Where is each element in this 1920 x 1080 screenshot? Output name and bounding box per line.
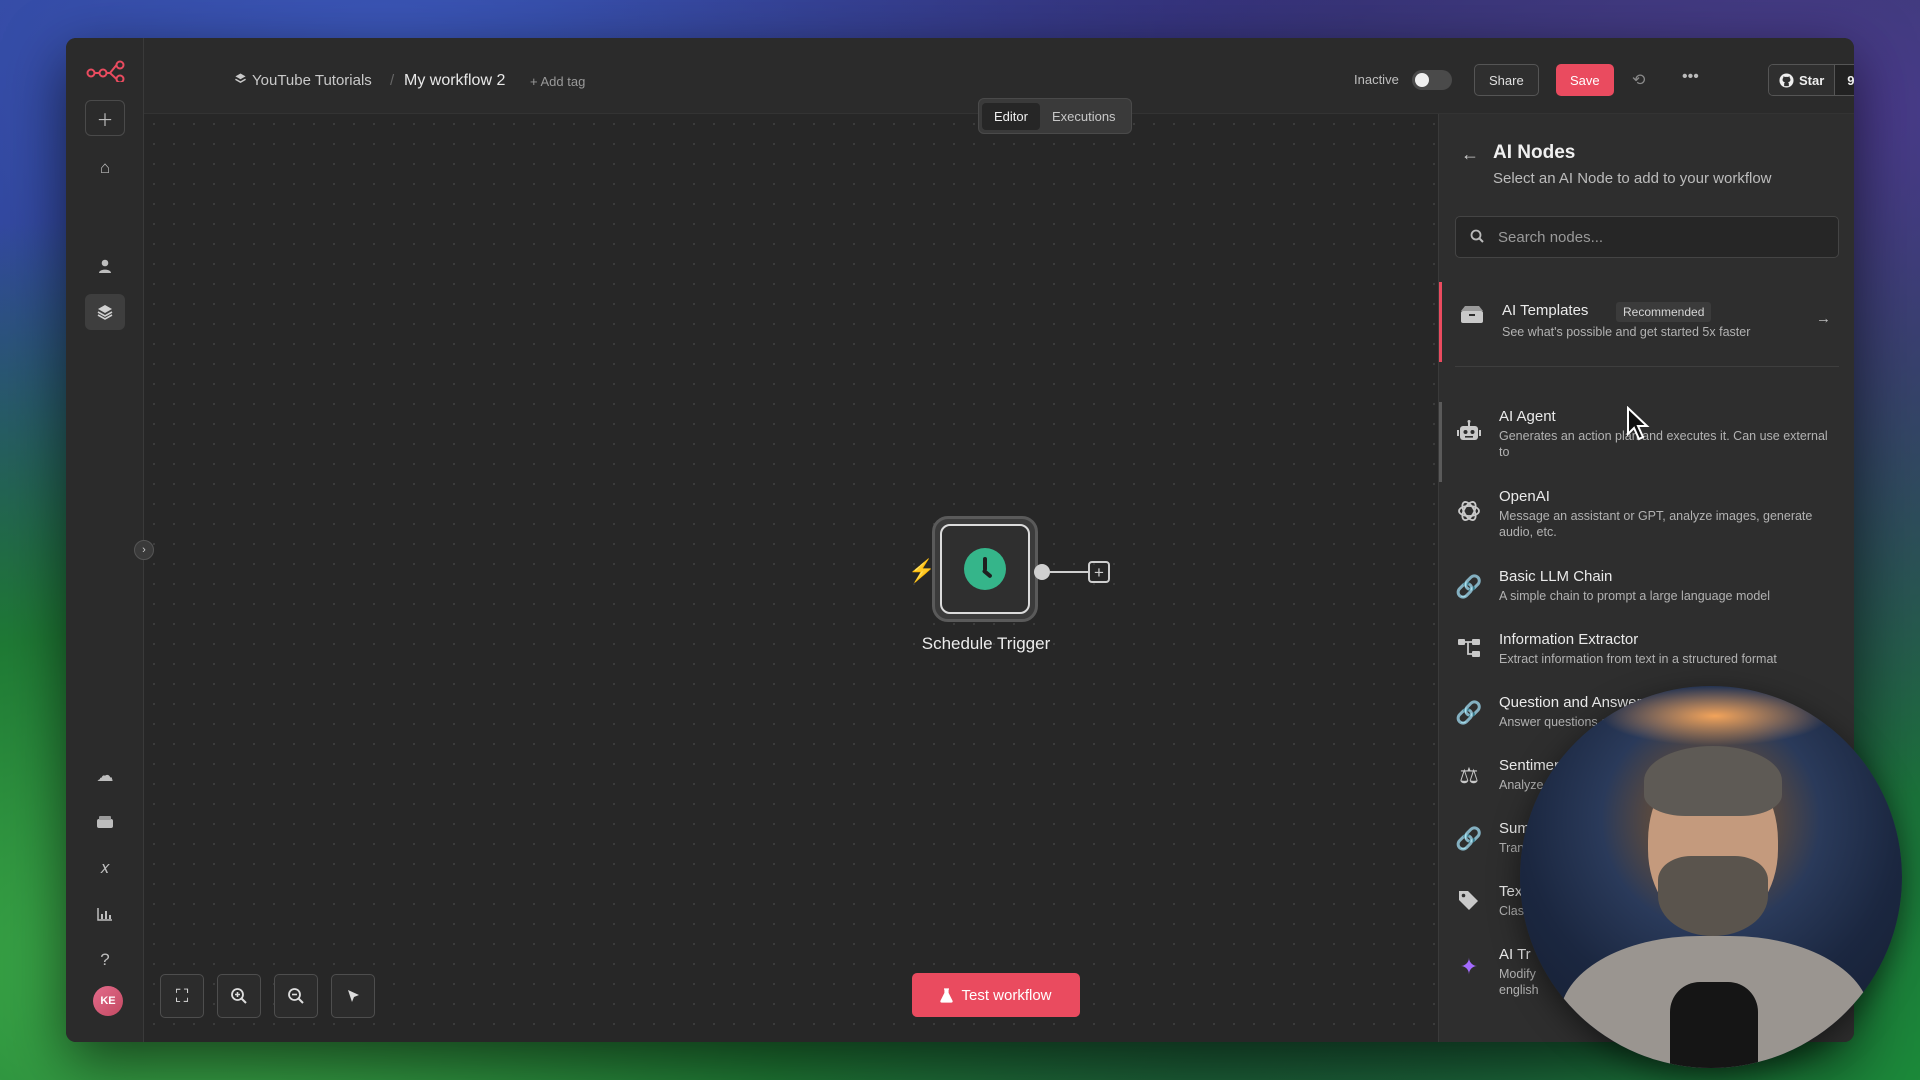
expand-sidebar-chevron-icon[interactable]: › [134, 540, 154, 560]
chain-link-icon: 🔗 [1455, 826, 1483, 851]
add-tag-link[interactable]: + Add tag [530, 74, 585, 89]
tree-structure-icon [1453, 637, 1485, 665]
robot-icon [1453, 420, 1485, 448]
microphone-icon [1670, 982, 1758, 1068]
webcam-overlay [1520, 686, 1902, 1068]
breadcrumb-project[interactable]: YouTube Tutorials [252, 72, 372, 89]
star-label: Star [1799, 72, 1825, 88]
item-desc: Generates an action plan and executes it… [1499, 429, 1828, 459]
node-output-handle[interactable] [1034, 564, 1050, 580]
project-icon [234, 72, 247, 89]
item-title: Basic LLM Chain [1499, 568, 1613, 585]
schedule-trigger-node[interactable] [932, 516, 1038, 622]
back-arrow-icon[interactable]: ← [1461, 144, 1479, 165]
chain-link-icon: 🔗 [1455, 700, 1483, 725]
search-field[interactable] [1455, 216, 1839, 258]
item-desc: Message an assistant or GPT, analyze ima… [1499, 509, 1813, 539]
openai-icon [1453, 498, 1485, 530]
templates-box-icon[interactable] [85, 804, 125, 840]
templates-box-icon [1456, 304, 1488, 330]
github-icon [1779, 72, 1794, 88]
star-count: 93,270 [1835, 65, 1854, 95]
item-title: OpenAI [1499, 488, 1550, 505]
tab-editor[interactable]: Editor [982, 102, 1040, 130]
view-tabs: Editor Executions [978, 98, 1132, 134]
share-button[interactable]: Share [1474, 64, 1539, 96]
fit-view-icon[interactable]: ⛶ [160, 974, 204, 1018]
templates-title: AI Templates [1502, 302, 1589, 319]
github-star-button[interactable]: Star 93,270 [1768, 64, 1854, 96]
tags-icon [1453, 889, 1485, 917]
tab-executions[interactable]: Executions [1040, 103, 1128, 130]
add-next-node-button[interactable]: + [1088, 561, 1110, 583]
breadcrumb-separator: / [390, 72, 395, 89]
zoom-out-icon[interactable] [274, 974, 318, 1018]
more-options-icon[interactable]: ••• [1682, 68, 1699, 86]
clock-icon [964, 548, 1006, 590]
chain-link-icon: 🔗 [1455, 574, 1483, 599]
help-icon[interactable]: ? [85, 942, 125, 978]
flask-icon [940, 987, 954, 1003]
save-button[interactable]: Save [1556, 64, 1614, 96]
history-icon[interactable]: ⟲ [1632, 70, 1645, 90]
search-icon [1470, 229, 1484, 246]
workflow-status-label: Inactive [1354, 72, 1399, 87]
variables-icon[interactable]: 𝑥 [85, 850, 125, 886]
panel-subtitle: Select an AI Node to add to your workflo… [1493, 170, 1772, 187]
list-item-information-extractor[interactable]: Information Extractor Extract informatio… [1439, 625, 1854, 685]
panel-title: AI Nodes [1493, 142, 1576, 163]
item-desc: A simple chain to prompt a large languag… [1499, 589, 1770, 603]
n8n-logo-icon[interactable] [86, 60, 126, 87]
add-button[interactable]: ＋ [85, 100, 125, 136]
active-toggle[interactable] [1412, 70, 1452, 90]
test-workflow-button[interactable]: Test workflow [912, 973, 1080, 1017]
test-workflow-label: Test workflow [961, 986, 1052, 1004]
item-title: Information Extractor [1499, 631, 1639, 648]
item-title: Tex [1499, 883, 1523, 900]
left-sidebar: ＋ ⌂ ☁ 𝑥 ? KE [66, 38, 144, 1042]
sparkles-icon: ✦ [1459, 954, 1479, 979]
user-icon[interactable] [85, 248, 125, 284]
item-desc: Extract information from text in a struc… [1499, 652, 1777, 666]
search-input[interactable] [1498, 217, 1828, 257]
item-title: AI Tr [1499, 946, 1531, 963]
tidy-up-icon[interactable] [331, 974, 375, 1018]
arrow-right-icon: → [1816, 310, 1831, 327]
list-item-openai[interactable]: OpenAI Message an assistant or GPT, anal… [1439, 482, 1854, 542]
node-label: Schedule Trigger [921, 634, 1051, 653]
avatar[interactable]: KE [93, 986, 123, 1016]
item-title: AI Agent [1499, 408, 1556, 425]
home-icon[interactable]: ⌂ [85, 150, 125, 186]
insights-chart-icon[interactable] [85, 896, 125, 932]
ai-templates-item[interactable]: AI Templates Recommended See what's poss… [1439, 282, 1854, 362]
node-connector-line [1050, 571, 1090, 573]
layers-icon[interactable] [85, 294, 125, 330]
mouse-cursor-icon [1626, 405, 1652, 447]
divider [1455, 366, 1839, 367]
zoom-in-icon[interactable] [217, 974, 261, 1018]
recommended-badge: Recommended [1616, 302, 1712, 322]
list-item-basic-llm-chain[interactable]: 🔗 Basic LLM Chain A simple chain to prom… [1439, 562, 1854, 622]
templates-desc: See what's possible and get started 5x f… [1502, 325, 1751, 339]
balance-scale-icon: ⚖ [1459, 763, 1479, 788]
workflow-canvas[interactable] [144, 114, 1438, 1042]
cloud-icon[interactable]: ☁ [85, 758, 125, 794]
workflow-name[interactable]: My workflow 2 [404, 72, 505, 90]
